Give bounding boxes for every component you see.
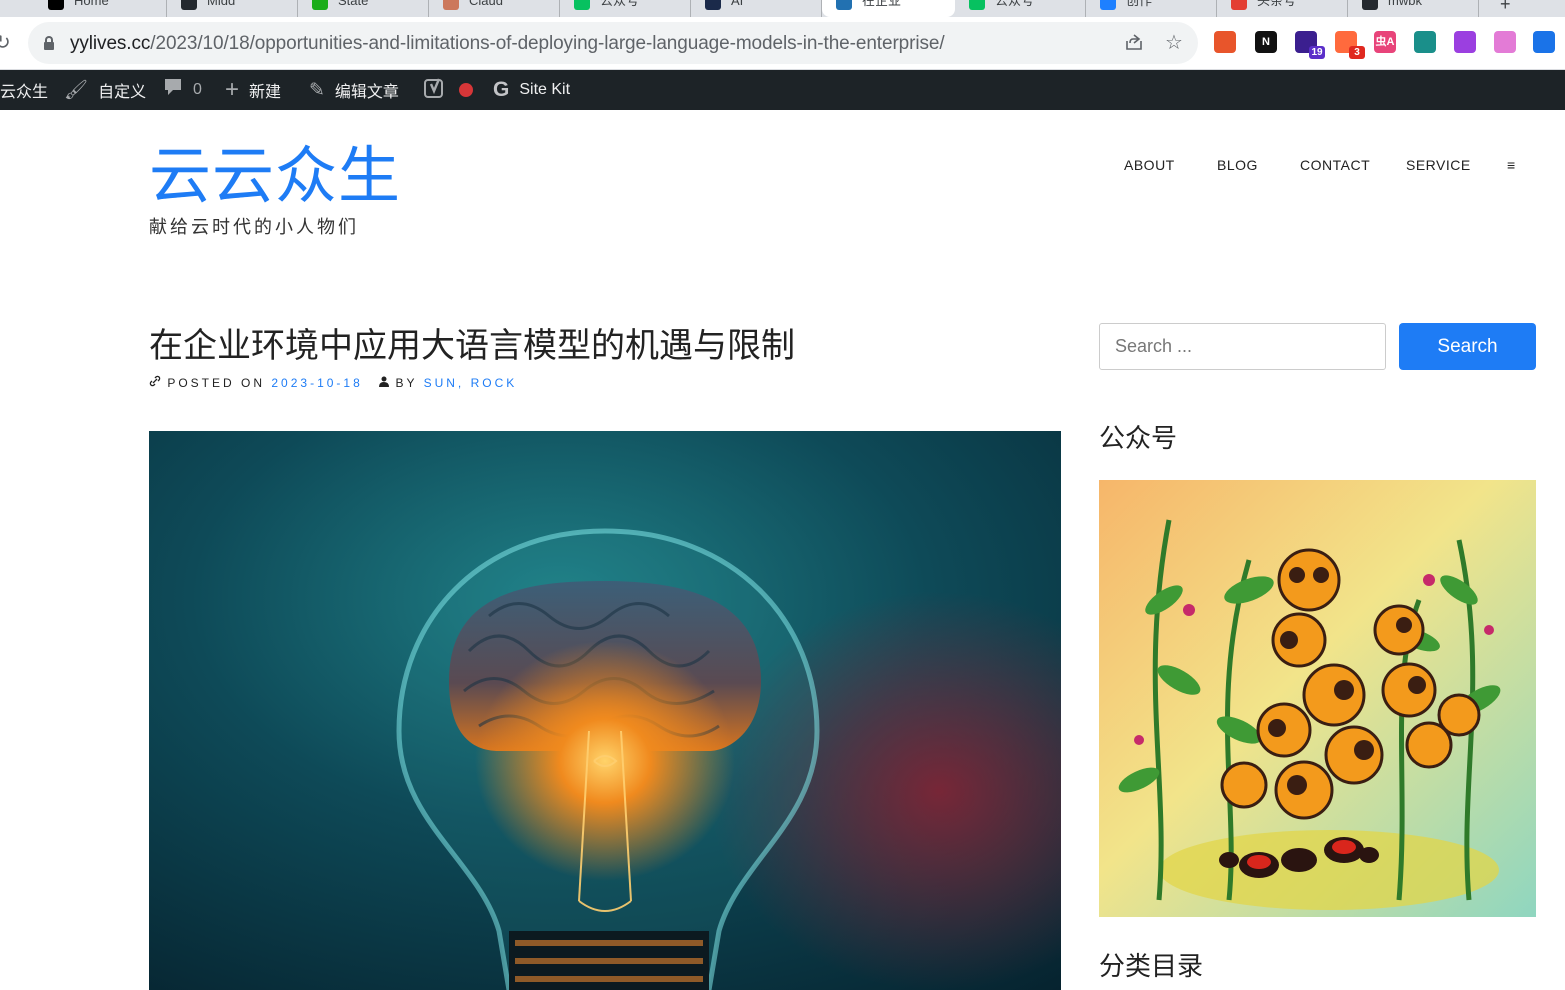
tab-favicon-icon xyxy=(181,0,197,10)
nav-contact[interactable]: CONTACT xyxy=(1300,157,1370,173)
browser-tab[interactable]: 公众号 xyxy=(560,0,691,17)
tab-label: 公众号 xyxy=(995,0,1035,8)
post-author-link[interactable]: SUN, ROCK xyxy=(424,376,518,390)
tab-label: 在企业 xyxy=(862,0,902,8)
translate-icon[interactable]: 虫A xyxy=(1374,31,1396,53)
browser-tab-strip: Home Midd State Claud 公众号 AI 在企业 公众号 创作 头条号 mwbk + xyxy=(0,0,1565,17)
admin-site-name[interactable]: 云众生 xyxy=(0,70,48,110)
new-tab-icon[interactable]: + xyxy=(1500,0,1511,15)
browser-tab[interactable]: 头条号 xyxy=(1217,0,1348,17)
extension-badge: 19 xyxy=(1309,46,1325,59)
tab-favicon-icon xyxy=(312,0,328,10)
tab-label: 头条号 xyxy=(1257,0,1297,8)
widget-title-categories: 分类目录 xyxy=(1099,951,1204,981)
browser-tab[interactable]: Midd xyxy=(167,0,298,17)
url-text[interactable]: yylives.cc/2023/10/18/opportunities-and-… xyxy=(70,33,945,55)
by-label: BY xyxy=(395,376,418,390)
browser-tab[interactable]: AI xyxy=(691,0,822,17)
browser-tab[interactable]: 公众号 xyxy=(955,0,1086,17)
author-icon xyxy=(379,376,395,390)
tab-label: Home xyxy=(74,0,109,8)
tab-label: mwbk xyxy=(1388,0,1422,8)
comment-icon xyxy=(163,78,183,102)
tab-favicon-icon xyxy=(969,0,985,10)
wp-admin-bar: 云众生 🖌 自定义 0 + 新建 ✎ 编辑文章 G Site Kit xyxy=(0,70,1565,110)
wechat-ants-image xyxy=(1099,480,1536,917)
tab-label: State xyxy=(338,0,369,8)
share-icon[interactable] xyxy=(1123,32,1145,54)
post-title: 在企业环境中应用大语言模型的机遇与限制 xyxy=(149,327,795,365)
cloud-ext-icon[interactable] xyxy=(1494,31,1516,53)
nav-about[interactable]: ABOUT xyxy=(1124,157,1175,173)
search-button[interactable]: Search xyxy=(1399,323,1536,370)
plus-icon: + xyxy=(225,76,240,103)
admin-site-kit[interactable]: G Site Kit xyxy=(493,70,570,110)
post-date-link[interactable]: 2023-10-18 xyxy=(271,376,362,390)
tab-favicon-icon xyxy=(1231,0,1247,10)
reload-icon[interactable]: ↻ xyxy=(0,32,12,54)
browser-tab[interactable]: Claud xyxy=(429,0,560,17)
notion-icon[interactable]: N xyxy=(1255,31,1277,53)
extension-glyph: N xyxy=(1262,36,1270,48)
tab-favicon-icon xyxy=(1100,0,1116,10)
extension-glyph: 虫A xyxy=(1375,36,1395,48)
featured-image-lightbulb xyxy=(149,431,1061,990)
tab-favicon-icon xyxy=(574,0,590,10)
browser-toolbar: ↻ yylives.cc/2023/10/18/opportunities-an… xyxy=(0,17,1565,70)
pencil-icon: ✎ xyxy=(309,79,325,101)
tab-label: Midd xyxy=(207,0,236,8)
tab-label: AI xyxy=(731,0,744,8)
tab-favicon-icon xyxy=(1362,0,1378,10)
admin-edit-post[interactable]: ✎ 编辑文章 xyxy=(309,70,399,110)
site-title[interactable]: 云云众生 xyxy=(149,141,401,213)
post-meta: POSTED ON 2023-10-18 BY SUN, ROCK xyxy=(149,375,517,390)
tab-favicon-icon xyxy=(48,0,64,10)
feather-ext-icon[interactable] xyxy=(1533,31,1555,53)
admin-yoast[interactable] xyxy=(424,70,473,110)
tab-favicon-icon xyxy=(705,0,721,10)
admin-comments[interactable]: 0 xyxy=(163,70,202,110)
google-g-icon: G xyxy=(493,78,510,101)
site-description: 献给云时代的小人物们 xyxy=(149,217,359,237)
circle-ext-icon[interactable] xyxy=(1214,31,1236,53)
purple-ext-icon[interactable] xyxy=(1454,31,1476,53)
widget-title-wechat: 公众号 xyxy=(1099,423,1178,453)
nav-menu-toggle-icon[interactable]: ≡ xyxy=(1507,157,1516,173)
lock-icon[interactable] xyxy=(44,36,54,50)
tab-favicon-icon xyxy=(836,0,852,10)
bookmark-star-icon[interactable]: ☆ xyxy=(1163,32,1185,54)
search-input[interactable] xyxy=(1099,323,1386,370)
graduation-cap-icon[interactable]: 19 xyxy=(1295,31,1325,59)
browser-tab[interactable]: 在企业 xyxy=(822,0,955,17)
tab-favicon-icon xyxy=(443,0,459,10)
tab-label: Claud xyxy=(469,0,503,8)
bubbles-icon[interactable]: 3 xyxy=(1335,31,1365,59)
nav-blog[interactable]: BLOG xyxy=(1217,157,1258,173)
browser-tab[interactable]: State xyxy=(298,0,429,17)
admin-customize[interactable]: 🖌 自定义 xyxy=(64,70,146,110)
tab-label: 创作 xyxy=(1126,0,1153,8)
admin-new[interactable]: + 新建 xyxy=(225,70,281,110)
posted-on-label: POSTED ON xyxy=(167,376,266,390)
nav-service[interactable]: SERVICE xyxy=(1406,157,1471,173)
seo-status-dot xyxy=(459,83,473,97)
address-bar[interactable]: yylives.cc/2023/10/18/opportunities-and-… xyxy=(28,22,1198,64)
yoast-icon xyxy=(424,77,446,104)
browser-tab[interactable]: 创作 xyxy=(1086,0,1217,17)
extension-badge: 3 xyxy=(1349,46,1365,59)
ai-ext-icon[interactable] xyxy=(1414,31,1436,53)
tab-label: 公众号 xyxy=(600,0,640,8)
paintbrush-icon: 🖌 xyxy=(64,80,89,101)
link-icon xyxy=(149,375,167,390)
browser-tab[interactable]: Home xyxy=(34,0,167,17)
browser-tab[interactable]: mwbk xyxy=(1348,0,1479,17)
